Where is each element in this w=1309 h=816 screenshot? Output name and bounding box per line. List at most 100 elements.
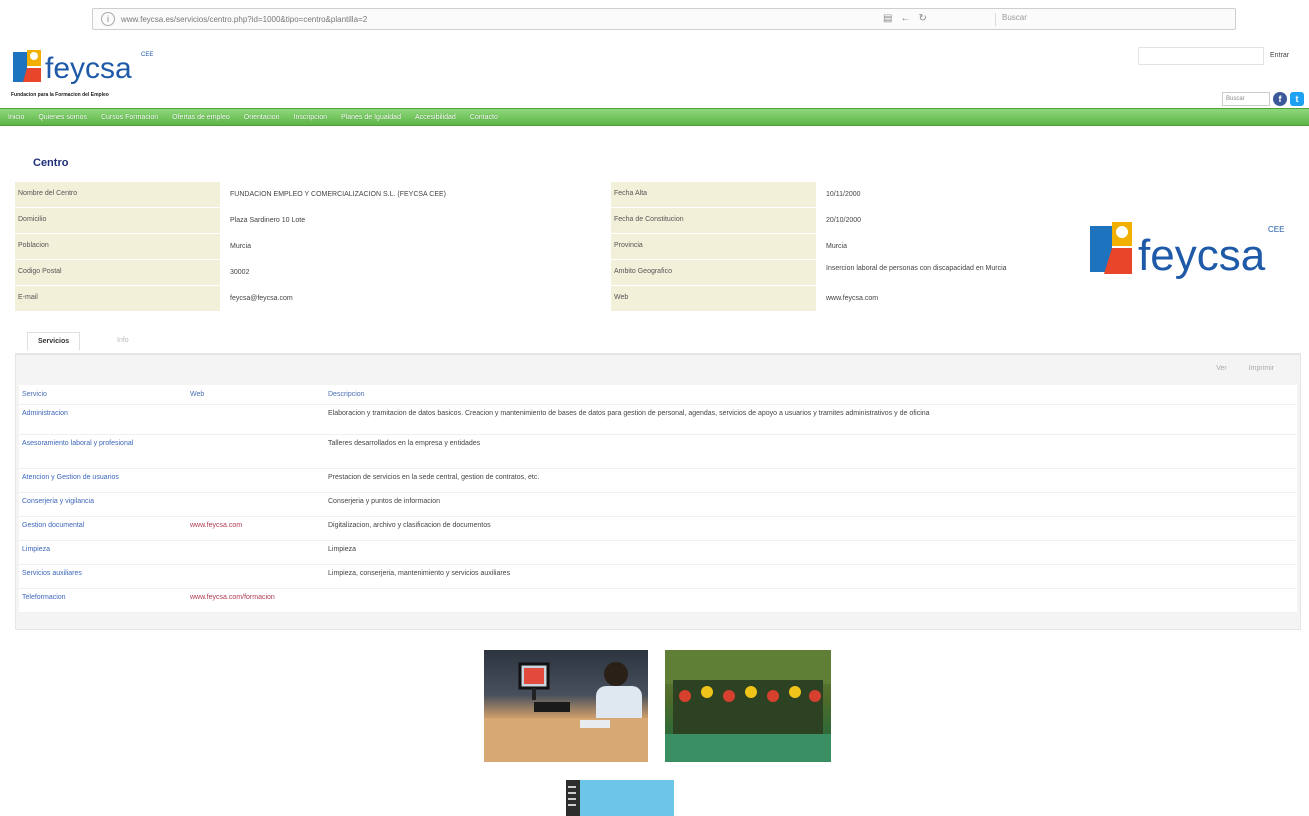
- login-input[interactable]: [1138, 47, 1264, 65]
- info-label: E-mail: [15, 286, 220, 312]
- nav-item-quienes-somos[interactable]: Quienes somos: [38, 114, 87, 121]
- tab-servicios[interactable]: Servicios: [27, 332, 81, 351]
- service-link[interactable]: Asesoramiento laboral y profesional: [19, 439, 187, 464]
- main-nav: Inicio Quienes somos Cursos Formacion Of…: [0, 108, 1309, 126]
- info-label: Codigo Postal: [15, 260, 220, 286]
- tab-bar: Servicios Info: [15, 326, 1301, 354]
- service-web-link[interactable]: [187, 439, 325, 464]
- service-description: Limpieza, conserjeria, mantenimiento y s…: [328, 570, 511, 577]
- reader-icon[interactable]: ▤: [883, 13, 892, 24]
- info-value: 10/11/2000: [826, 191, 861, 198]
- service-description: Digitalizacion, archivo y clasificacion …: [328, 522, 491, 529]
- service-link[interactable]: Atencion y Gestion de usuarios: [19, 473, 187, 488]
- group-scene-icon: [665, 650, 831, 762]
- feycsa-logo-icon: feycsa CEE: [13, 50, 153, 85]
- page-title: Centro: [33, 157, 69, 169]
- info-row: Domicilio Plaza Sardinero 10 Lote Fecha …: [15, 208, 1075, 234]
- info-label: Nombre del Centro: [15, 182, 220, 208]
- twitter-icon[interactable]: t: [1290, 92, 1304, 106]
- table-row: Servicios auxiliares Limpieza, conserjer…: [19, 565, 1297, 589]
- info-value[interactable]: www.feycsa.com: [823, 286, 1073, 312]
- url-text[interactable]: www.feycsa.es/servicios/centro.php?id=10…: [121, 15, 821, 24]
- login-label[interactable]: Entrar: [1270, 52, 1289, 59]
- service-web-link[interactable]: [187, 473, 325, 488]
- nav-item-ofertas[interactable]: Ofertas de empleo: [172, 114, 230, 121]
- site-search-input[interactable]: Buscar: [1222, 92, 1270, 106]
- panel-toolbar: Ver Imprimir: [1210, 363, 1280, 374]
- table-row: Atencion y Gestion de usuarios Prestacio…: [19, 469, 1297, 493]
- service-link[interactable]: Servicios auxiliares: [19, 569, 187, 584]
- column-header[interactable]: Web: [187, 391, 325, 398]
- bottom-photo: [566, 780, 674, 816]
- service-web-link[interactable]: [187, 545, 325, 560]
- service-web-link[interactable]: www.feycsa.com/formacion: [187, 593, 325, 608]
- nav-item-orientacion[interactable]: Orientacion: [244, 114, 280, 121]
- info-label: Fecha Alta: [611, 182, 816, 208]
- service-link[interactable]: Administracion: [19, 409, 187, 430]
- info-value: 30002: [230, 269, 250, 276]
- services-panel: Ver Imprimir Servicio Web Descripcion Ad…: [15, 354, 1301, 630]
- service-link[interactable]: Gestion documental: [19, 521, 187, 536]
- print-button[interactable]: Imprimir: [1243, 363, 1280, 374]
- service-web-link[interactable]: [187, 497, 325, 512]
- logo-tagline: Fundacion para la Formacion del Empleo: [11, 92, 109, 98]
- service-description: Elaboracion y tramitacion de datos basic…: [328, 410, 930, 417]
- svg-text:CEE: CEE: [141, 52, 153, 58]
- info-value[interactable]: feycsa@feycsa.com: [227, 286, 607, 312]
- info-label: Poblacion: [15, 234, 220, 260]
- service-web-link[interactable]: www.feycsa.com: [187, 521, 325, 536]
- service-description: Conserjeria y puntos de informacion: [328, 498, 441, 505]
- info-label: Fecha de Constitucion: [611, 208, 816, 234]
- nav-item-inicio[interactable]: Inicio: [8, 114, 24, 121]
- service-web-link[interactable]: [187, 409, 325, 430]
- service-description: [325, 593, 1297, 608]
- info-icon[interactable]: i: [101, 12, 115, 26]
- info-row: Poblacion Murcia Provincia Murcia: [15, 234, 1075, 260]
- nav-item-inscripcion[interactable]: Inscripcion: [294, 114, 327, 121]
- table-row: Teleformacion www.feycsa.com/formacion: [19, 589, 1297, 613]
- info-value: Insercion laboral de personas con discap…: [826, 265, 1007, 272]
- info-value: FUNDACION EMPLEO Y COMERCIALIZACION S.L.…: [230, 191, 447, 198]
- info-label: Web: [611, 286, 816, 312]
- service-link[interactable]: Teleformacion: [19, 593, 187, 608]
- table-row: Administracion Elaboracion y tramitacion…: [19, 405, 1297, 435]
- info-label: Domicilio: [15, 208, 220, 234]
- column-header[interactable]: Servicio: [19, 391, 187, 398]
- back-icon[interactable]: ←: [900, 13, 910, 24]
- table-row: Conserjeria y vigilancia Conserjeria y p…: [19, 493, 1297, 517]
- tab-info[interactable]: Info: [107, 332, 139, 349]
- site-logo[interactable]: feycsa CEE Fundacion para la Formacion d…: [11, 46, 161, 102]
- svg-text:feycsa: feycsa: [1138, 231, 1266, 280]
- view-button[interactable]: Ver: [1210, 363, 1233, 374]
- info-value: Murcia: [230, 243, 252, 250]
- address-bar[interactable]: i www.feycsa.es/servicios/centro.php?id=…: [92, 8, 1236, 30]
- info-value: 20/10/2000: [826, 217, 862, 224]
- service-description: Prestacion de servicios en la sede centr…: [328, 474, 540, 481]
- url-tools: ▤ ← ↻: [883, 13, 927, 24]
- group-photo: [665, 650, 831, 762]
- reload-icon[interactable]: ↻: [918, 13, 926, 24]
- info-row: Codigo Postal 30002 Ambito Geografico In…: [15, 260, 1075, 286]
- nav-item-igualdad[interactable]: Planes de Igualdad: [341, 114, 401, 121]
- nav-item-cursos[interactable]: Cursos Formacion: [101, 114, 158, 121]
- service-link[interactable]: Conserjeria y vigilancia: [19, 497, 187, 512]
- svg-text:CEE: CEE: [1268, 225, 1284, 234]
- info-row: E-mail feycsa@feycsa.com Web www.feycsa.…: [15, 286, 1075, 312]
- facebook-icon[interactable]: f: [1273, 92, 1287, 106]
- feycsa-logo-icon: feycsa CEE: [1090, 222, 1284, 280]
- browser-search-input[interactable]: Buscar: [995, 13, 1225, 26]
- table-row: Limpieza Limpieza: [19, 541, 1297, 565]
- service-web-link[interactable]: [187, 569, 325, 584]
- column-header[interactable]: Descripcion: [325, 391, 1297, 398]
- info-value: Plaza Sardinero 10 Lote: [230, 217, 306, 224]
- info-label: Ambito Geografico: [611, 260, 816, 286]
- info-label: Provincia: [611, 234, 816, 260]
- nav-item-accesibilidad[interactable]: Accesibilidad: [415, 114, 456, 121]
- info-row: Nombre del Centro FUNDACION EMPLEO Y COM…: [15, 182, 1075, 208]
- service-description: Talleres desarrollados en la empresa y e…: [328, 440, 481, 447]
- nav-item-contacto[interactable]: Contacto: [470, 114, 498, 121]
- table-header: Servicio Web Descripcion: [19, 385, 1297, 405]
- service-link[interactable]: Limpieza: [19, 545, 187, 560]
- bottom-scene-icon: [566, 780, 674, 816]
- service-description: Limpieza: [328, 546, 357, 553]
